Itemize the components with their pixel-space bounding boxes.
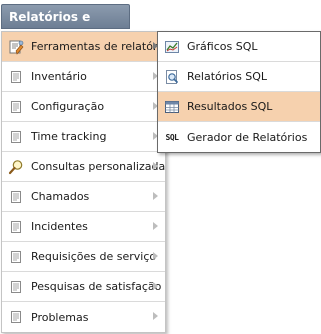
chevron-right-icon — [153, 192, 158, 200]
submenu-item-report-generator[interactable]: SQL Gerador de Relatórios — [158, 122, 320, 152]
menu-item-configuration[interactable]: Configuração — [2, 92, 165, 122]
submenu-item-label: Resultados SQL — [187, 100, 273, 113]
menu-item-service-requests[interactable]: Requisições de serviço — [2, 242, 165, 272]
menu-item-label: Incidentes — [31, 220, 88, 233]
submenu-item-label: Relatórios SQL — [187, 70, 268, 83]
report-tools-icon — [8, 39, 24, 55]
document-icon — [8, 279, 24, 295]
menu-item-label: Configuração — [31, 100, 105, 113]
chevron-right-icon — [153, 312, 158, 320]
document-icon — [8, 99, 24, 115]
menu-item-label: Time tracking — [31, 130, 107, 143]
menu-item-label: Problemas — [31, 310, 89, 324]
table-icon — [164, 99, 180, 115]
menu-item-tickets[interactable]: Chamados — [2, 182, 165, 212]
chevron-right-icon — [153, 252, 158, 260]
document-icon — [8, 219, 24, 235]
menu-item-label: Chamados — [31, 190, 90, 203]
document-icon — [8, 309, 24, 325]
menu-item-problems[interactable]: Problemas — [2, 302, 165, 332]
chart-icon — [164, 39, 180, 55]
chevron-right-icon — [153, 282, 158, 290]
menu-item-inventory[interactable]: Inventário — [2, 62, 165, 92]
chevron-right-icon — [153, 222, 158, 230]
menu-item-time-tracking[interactable]: Time tracking — [2, 122, 165, 152]
menu-item-custom-queries[interactable]: Consultas personalizadas — [2, 152, 165, 182]
report-search-icon — [164, 69, 180, 85]
submenu-item-label: Gerador de Relatórios — [187, 130, 308, 144]
menu-item-satisfaction-surveys[interactable]: Pesquisas de satisfação — [2, 272, 165, 302]
menu-title[interactable]: Relatórios e gráficos — [1, 4, 130, 49]
document-icon — [8, 189, 24, 205]
chevron-right-icon — [153, 162, 158, 170]
report-tools-submenu: Gráficos SQL Relatórios SQL Resultados S… — [157, 31, 321, 153]
submenu-item-sql-reports[interactable]: Relatórios SQL — [158, 62, 320, 92]
reports-menu: Ferramentas de relatório Inventário Conf… — [1, 31, 166, 333]
menu-item-label: Ferramentas de relatório — [31, 40, 165, 53]
document-icon — [8, 129, 24, 145]
menu-item-label: Consultas personalizadas — [31, 160, 165, 173]
menu-item-label: Pesquisas de satisfação — [31, 280, 162, 293]
submenu-item-sql-results[interactable]: Resultados SQL — [158, 92, 320, 122]
sql-icon: SQL — [164, 129, 180, 145]
menu-item-label: Requisições de serviço — [31, 250, 157, 263]
menu-item-label: Inventário — [31, 70, 87, 83]
menu-item-report-tools[interactable]: Ferramentas de relatório — [2, 32, 165, 62]
submenu-item-sql-charts[interactable]: Gráficos SQL — [158, 32, 320, 62]
menu-item-incidents[interactable]: Incidentes — [2, 212, 165, 242]
submenu-item-label: Gráficos SQL — [187, 40, 258, 53]
document-icon — [8, 69, 24, 85]
document-icon — [8, 249, 24, 265]
magnifier-icon — [8, 159, 24, 175]
sql-icon-text: SQL — [165, 132, 179, 142]
